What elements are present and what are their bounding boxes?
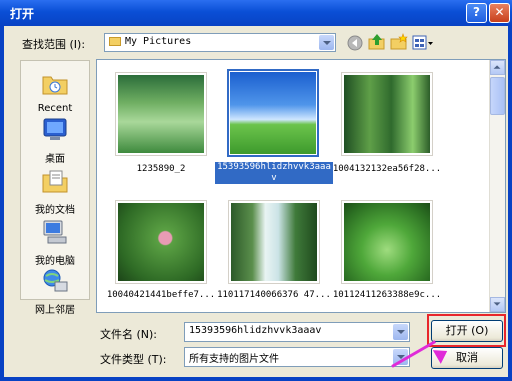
file-name-selected[interactable]: 15393596hlidzhvvk3aaav: [215, 162, 333, 184]
scroll-up-button[interactable]: [490, 60, 505, 75]
image-preview: [344, 203, 430, 281]
view-menu-icon[interactable]: [412, 34, 434, 52]
file-thumbnail[interactable]: [228, 200, 320, 284]
chevron-down-icon[interactable]: [319, 35, 334, 50]
network-places-icon: [43, 269, 68, 292]
place-label: 我的文档: [35, 205, 75, 216]
place-my-computer[interactable]: 我的电脑: [21, 218, 89, 267]
my-computer-icon: [43, 220, 67, 244]
place-my-documents[interactable]: 我的文档: [21, 167, 89, 216]
desktop-icon: [43, 118, 67, 140]
help-button[interactable]: ?: [466, 3, 487, 23]
close-button[interactable]: ✕: [489, 3, 510, 23]
file-name[interactable]: 1235890_2: [102, 164, 220, 174]
file-list[interactable]: 1235890_2 15393596hlidzhvvk3aaav 1004132…: [96, 59, 506, 313]
image-preview: [230, 72, 316, 154]
scroll-down-button[interactable]: [490, 297, 505, 312]
place-label: Recent: [37, 103, 73, 114]
file-type-select[interactable]: 所有支持的图片文件: [184, 347, 410, 367]
file-name[interactable]: 10112411263388e9c...: [328, 290, 446, 300]
image-preview: [118, 75, 204, 153]
place-network[interactable]: 网上邻居: [21, 267, 89, 316]
file-thumbnail[interactable]: [341, 72, 433, 156]
help-icon: ?: [473, 5, 480, 19]
back-icon[interactable]: [346, 34, 364, 52]
my-documents-icon: [42, 170, 68, 193]
up-folder-icon[interactable]: [368, 33, 386, 51]
new-folder-icon[interactable]: [390, 33, 408, 51]
place-label: 桌面: [45, 154, 65, 165]
window-title: 打开: [10, 7, 35, 21]
file-name-value: 15393596hlidzhvvk3aaav: [189, 325, 322, 336]
place-label: 我的电脑: [35, 256, 75, 267]
file-name-label: 文件名 (N):: [100, 328, 158, 341]
place-label: 网上邻居: [35, 305, 75, 316]
image-preview: [118, 203, 204, 281]
chevron-up-icon: [493, 65, 501, 69]
open-file-dialog: 打开 ? ✕ 查找范围 (I): My Pictures Recent 桌面 我…: [0, 0, 512, 381]
image-preview: [344, 75, 430, 153]
scroll-thumb[interactable]: [490, 77, 505, 115]
file-type-value: 所有支持的图片文件: [189, 354, 279, 365]
close-icon: ✕: [494, 5, 505, 19]
folder-icon: [109, 37, 121, 46]
file-thumbnail[interactable]: [115, 72, 207, 156]
places-bar: Recent 桌面 我的文档 我的电脑 网上邻居: [20, 60, 90, 316]
window-frame-right: [508, 26, 512, 381]
file-name-input[interactable]: 15393596hlidzhvvk3aaav: [184, 322, 410, 342]
chevron-down-icon: [493, 302, 501, 306]
image-preview: [231, 203, 317, 281]
place-desktop[interactable]: 桌面: [21, 116, 89, 165]
look-in-value: My Pictures: [125, 36, 192, 47]
file-name[interactable]: 1004132132ea56f28...: [328, 164, 446, 174]
place-recent[interactable]: Recent: [21, 69, 89, 114]
vertical-scrollbar[interactable]: [489, 60, 505, 312]
window-frame-bottom: [0, 377, 512, 381]
file-thumbnail[interactable]: [341, 200, 433, 284]
file-thumbnail-selected[interactable]: [227, 69, 319, 157]
look-in-label: 查找范围 (I):: [22, 38, 86, 51]
title-bar[interactable]: 打开 ? ✕: [0, 0, 512, 26]
highlight-annotation: [427, 314, 506, 347]
file-name[interactable]: 110117140066376 47...: [215, 290, 333, 300]
chevron-down-icon[interactable]: [393, 324, 408, 340]
recent-folder-icon: [42, 76, 68, 95]
file-type-label: 文件类型 (T):: [100, 353, 167, 366]
look-in-combo[interactable]: My Pictures: [104, 33, 336, 52]
file-thumbnail[interactable]: [115, 200, 207, 284]
file-name[interactable]: 10040421441beffe7...: [102, 290, 220, 300]
